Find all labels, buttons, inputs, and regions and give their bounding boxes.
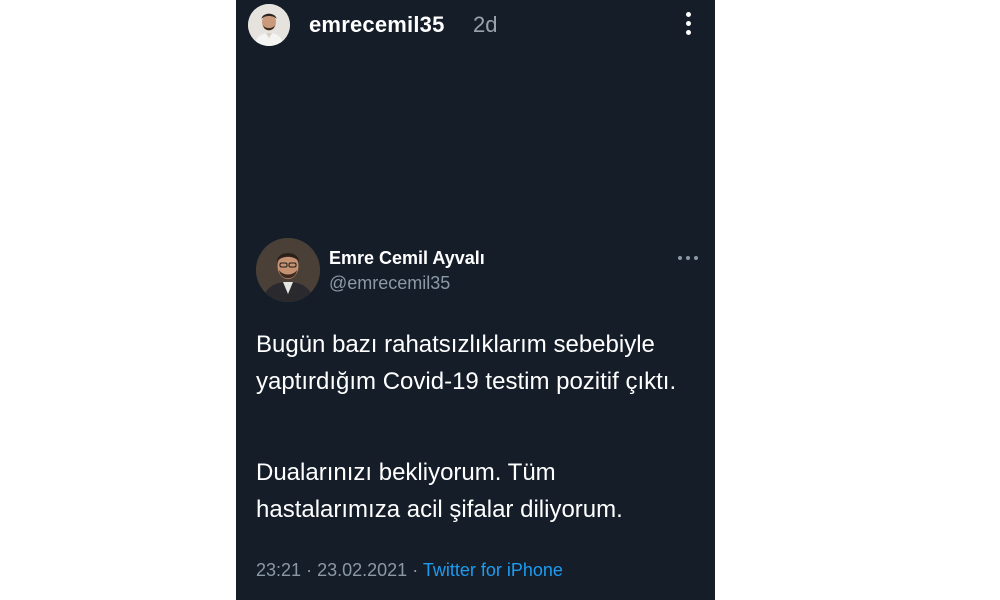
avatar-photo: [256, 238, 320, 302]
instagram-story: emrecemil35 2d Emre Cemil Ayvalı @emrece…: [236, 0, 715, 600]
meta-separator: ·: [412, 560, 419, 580]
story-user-avatar[interactable]: [248, 4, 290, 46]
tweet-author-name[interactable]: Emre Cemil Ayvalı: [329, 248, 485, 269]
meta-separator: ·: [306, 560, 313, 580]
tweet-author-handle[interactable]: @emrecemil35: [329, 273, 450, 294]
story-timestamp: 2d: [473, 12, 498, 37]
horizontal-ellipsis-icon[interactable]: [677, 252, 699, 264]
tweet-text-paragraph: Bugün bazı rahatsızlıklarım sebebiyle ya…: [256, 331, 677, 395]
tweet-text-paragraph: Dualarınızı bekliyorum. Tüm hastalarımız…: [256, 459, 623, 523]
tweet-date: 23.02.2021: [317, 560, 408, 580]
tweet-time: 23:21: [256, 560, 302, 580]
vertical-ellipsis-icon[interactable]: [677, 11, 701, 37]
avatar-photo: [248, 4, 290, 46]
tweet-source-link[interactable]: Twitter for iPhone: [423, 560, 563, 580]
tweet-screenshot: Emre Cemil Ayvalı @emrecemil35 Bugün baz…: [236, 228, 715, 600]
story-username[interactable]: emrecemil35: [309, 12, 445, 38]
tweet-metadata: 23:21 · 23.02.2021 · Twitter for iPhone: [256, 560, 563, 581]
tweet-author-avatar: [256, 238, 320, 302]
story-header: emrecemil35 2d: [236, 0, 715, 50]
